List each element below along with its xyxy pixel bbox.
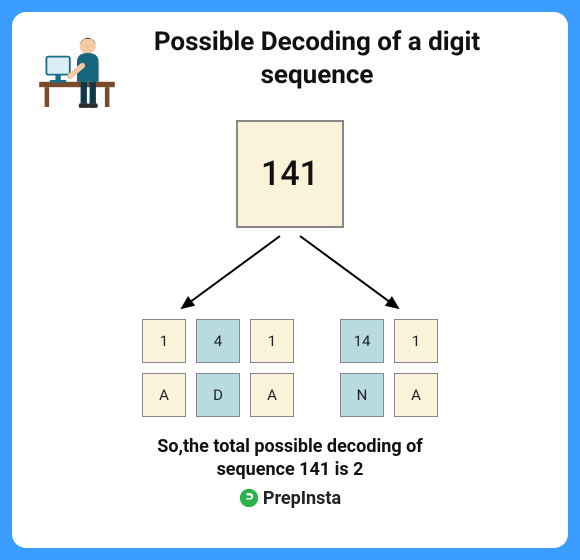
digit-cell: 4 [196, 319, 240, 363]
letter-cell: A [394, 373, 438, 417]
digit-cell: 1 [394, 319, 438, 363]
decoding-group: 1 4 1 A D A [142, 319, 294, 417]
decoding-groups: 1 4 1 A D A 14 1 N A [142, 319, 438, 417]
digit-cell: 1 [142, 319, 186, 363]
brand-name: PrepInsta [263, 488, 341, 509]
digit-row: 1 4 1 [142, 319, 294, 363]
letter-cell: A [142, 373, 186, 417]
caption-line: So,the total possible decoding of [157, 436, 422, 457]
letter-cell: N [340, 373, 384, 417]
decoding-group: 14 1 N A [340, 319, 438, 417]
caption-line: sequence 141 is 2 [217, 459, 364, 480]
letter-cell: D [196, 373, 240, 417]
brand: PrepInsta [239, 488, 341, 509]
digit-row: 14 1 [340, 319, 438, 363]
split-arrows-icon [120, 232, 460, 317]
letter-row: A D A [142, 373, 294, 417]
page-title: Possible Decoding of a digit sequence [126, 26, 548, 91]
digit-cell: 14 [340, 319, 384, 363]
letter-row: N A [340, 373, 438, 417]
digit-cell: 1 [250, 319, 294, 363]
letter-cell: A [250, 373, 294, 417]
result-caption: So,the total possible decoding of sequen… [157, 435, 422, 482]
input-sequence-box: 141 [236, 120, 344, 228]
person-at-desk-icon [32, 26, 122, 116]
brand-logo-icon [239, 488, 259, 508]
header: Possible Decoding of a digit sequence [32, 26, 548, 116]
diagram-card: Possible Decoding of a digit sequence 14… [12, 12, 568, 548]
